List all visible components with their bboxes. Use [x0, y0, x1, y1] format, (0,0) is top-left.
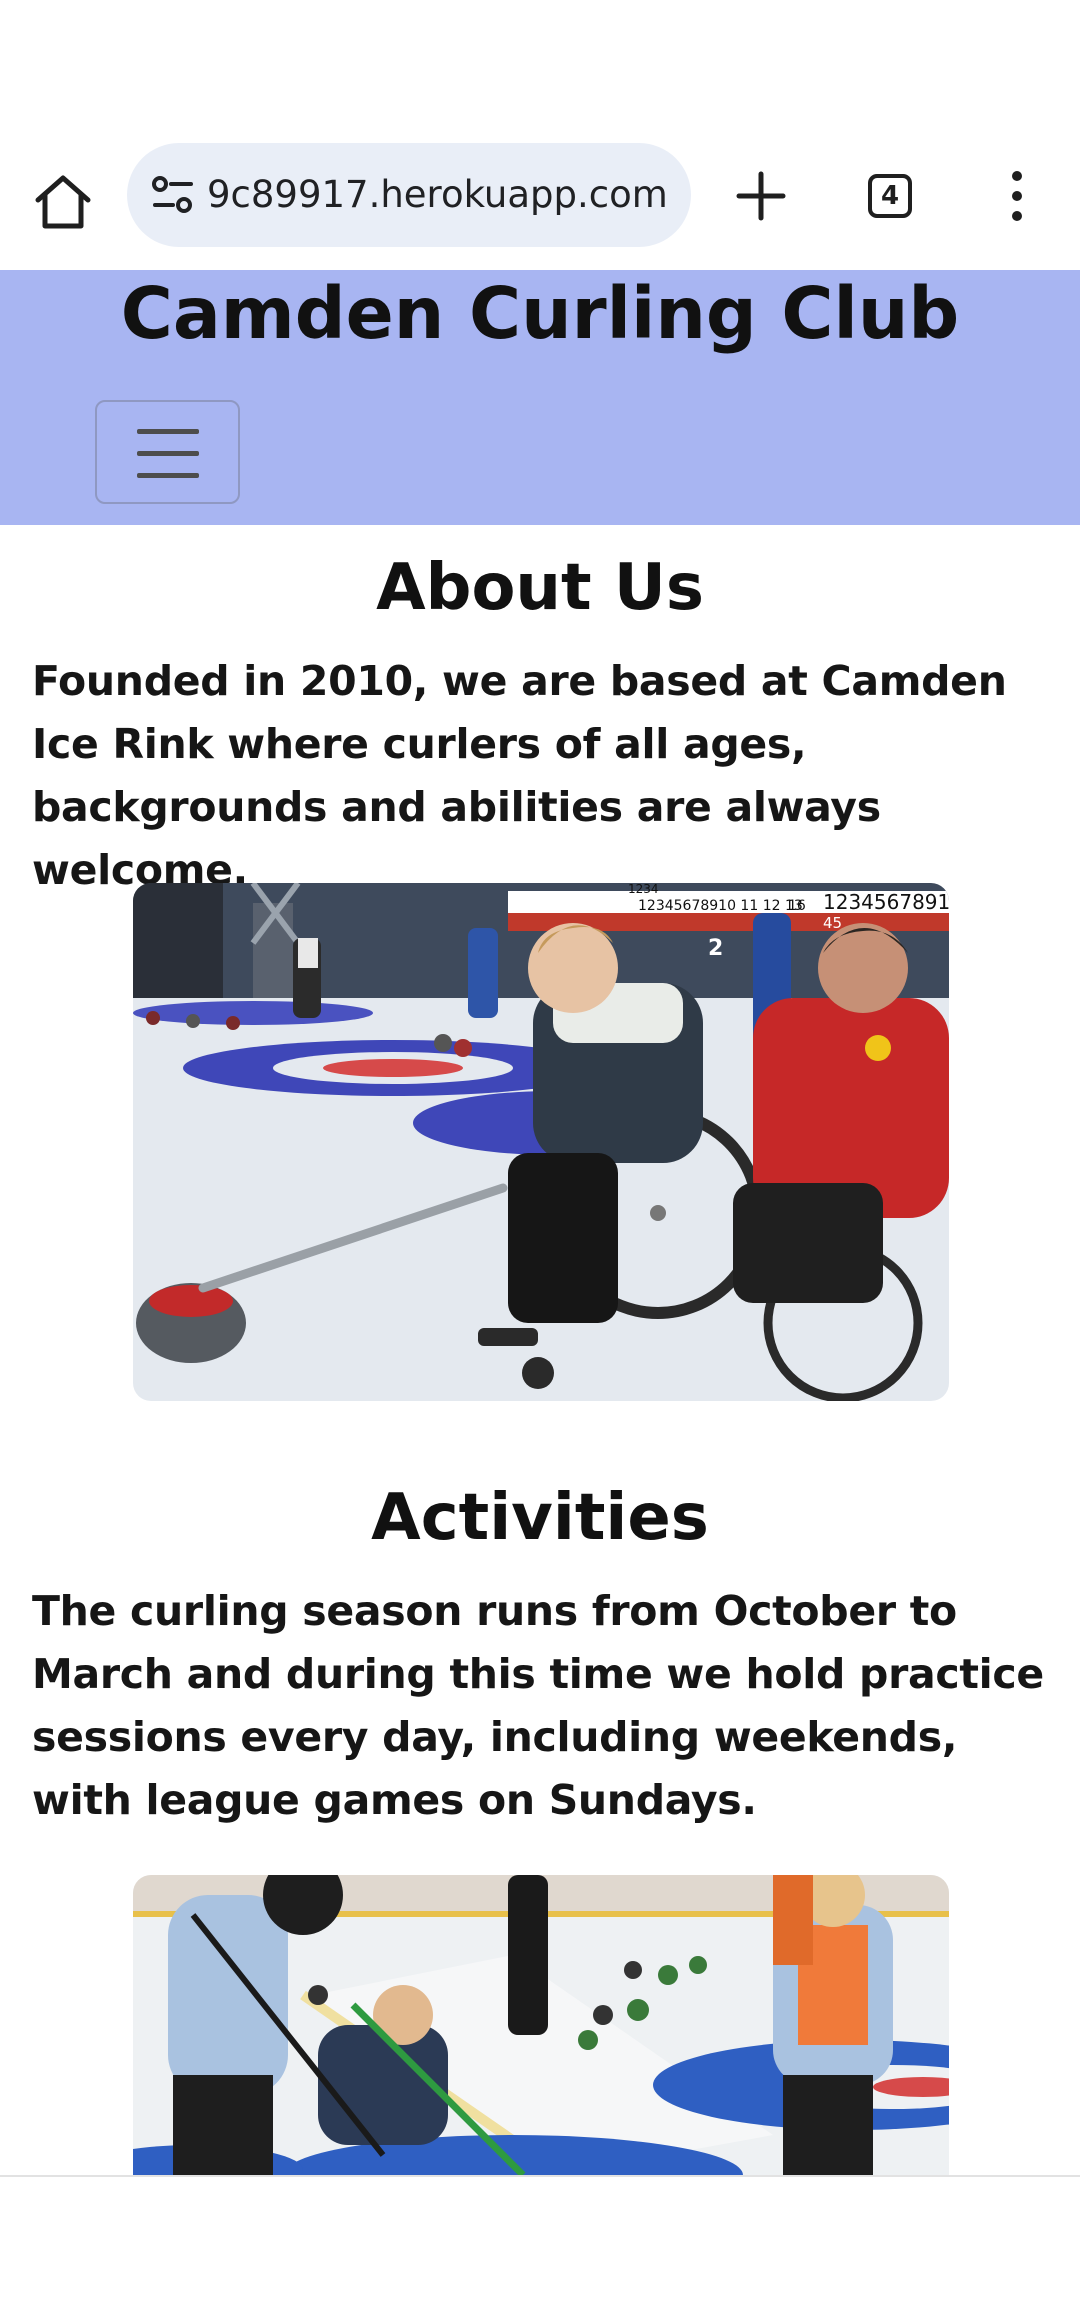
tab-switcher-icon[interactable]: 4 — [868, 174, 912, 218]
bottom-bar — [0, 2175, 1080, 2302]
about-text: Founded in 2010, we are based at Camden … — [32, 657, 1007, 894]
about-photo-wheelchair-curling: 1234 12345678910 11 12 13 16 1234567891 … — [133, 883, 949, 1401]
nav-toggle-button[interactable] — [95, 400, 240, 504]
activities-heading: Activities — [371, 1481, 709, 1555]
about-heading: About Us — [376, 551, 704, 625]
activities-text: The curling season runs from October to … — [32, 1587, 1044, 1824]
scoreboard-left: 1234 — [628, 883, 659, 896]
new-tab-icon[interactable] — [733, 168, 789, 224]
site-info-icon[interactable] — [151, 175, 195, 215]
browser-toolbar: 9c89917.herokuapp.com 4 — [0, 140, 1080, 410]
scoreboard-mid: 12345678910 11 12 13 — [638, 898, 803, 914]
scoreboard-code: 16 — [788, 898, 806, 914]
url-text[interactable]: 9c89917.herokuapp.com — [207, 143, 677, 247]
scoreboard-right-lower: 45 — [823, 914, 842, 932]
site-header: Camden Curling Club — [0, 270, 1080, 525]
home-icon[interactable] — [28, 168, 98, 238]
more-menu-icon[interactable] — [1000, 168, 1034, 224]
site-title: Camden Curling Club — [120, 272, 960, 355]
lane-number: 2 — [708, 936, 723, 961]
url-bar[interactable]: 9c89917.herokuapp.com — [127, 143, 691, 247]
activities-photo-curling-practice — [133, 1875, 949, 2175]
scoreboard-right: 1234567891 — [823, 890, 949, 914]
status-bar-area — [0, 0, 1080, 140]
